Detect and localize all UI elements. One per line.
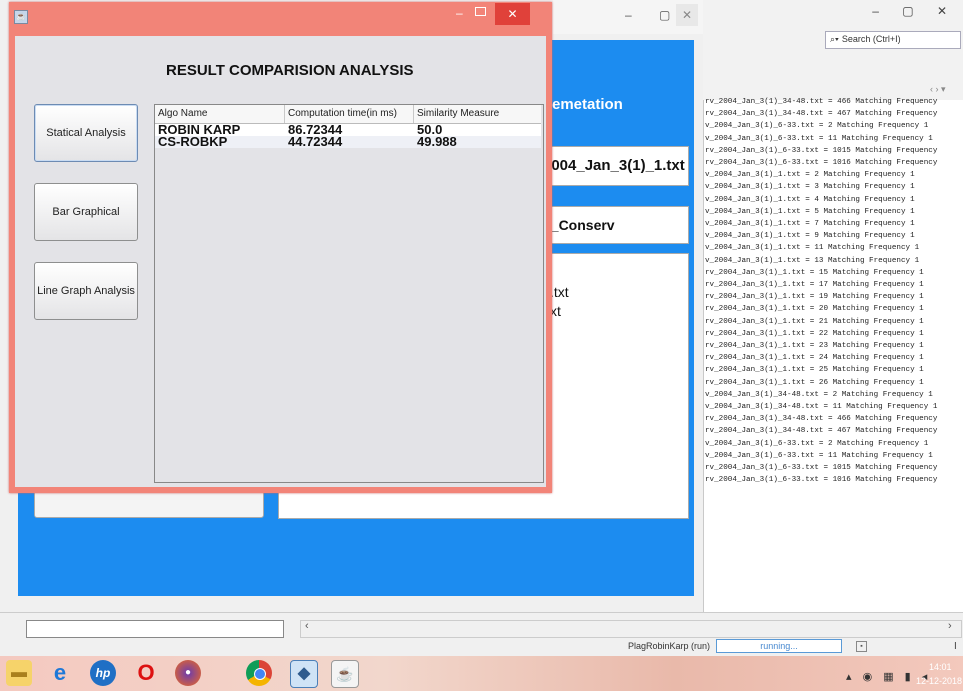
- stop-process-icon[interactable]: ▪: [856, 641, 867, 652]
- chrome-icon[interactable]: [246, 660, 272, 686]
- scroll-left-icon[interactable]: ‹: [305, 620, 309, 632]
- statical-analysis-button[interactable]: Statical Analysis: [34, 104, 138, 162]
- textarea-line: .txt: [550, 284, 569, 300]
- line-graph-analysis-button[interactable]: Line Graph Analysis: [34, 262, 138, 320]
- cell-computation-time: 44.72344: [288, 134, 343, 149]
- ide-window-controls[interactable]: – ▢ ✕: [872, 4, 957, 18]
- output-line: v_2004_Jan_3(1)_1.txt = 2 Matching Frequ…: [705, 171, 915, 180]
- output-line: v_2004_Jan_3(1)_34-48.txt = 2 Matching F…: [705, 390, 933, 399]
- output-line: rv_2004_Jan_3(1)_1.txt = 19 Matching Fre…: [705, 293, 924, 302]
- dialog-close-button[interactable]: ✕: [495, 3, 530, 25]
- output-line: v_2004_Jan_3(1)_6-33.txt = 11 Matching F…: [705, 134, 933, 143]
- output-line: v_2004_Jan_3(1)_1.txt = 11 Matching Freq…: [705, 244, 920, 253]
- output-line: v_2004_Jan_3(1)_6-33.txt = 2 Matching Fr…: [705, 439, 929, 448]
- column-header-computation-time[interactable]: Computation time(in ms): [285, 105, 414, 123]
- cell-similarity: 49.988: [417, 134, 457, 149]
- output-line: rv_2004_Jan_3(1)_34-48.txt = 467 Matchin…: [705, 427, 938, 436]
- output-line: rv_2004_Jan_3(1)_1.txt = 26 Matching Fre…: [705, 378, 924, 387]
- output-line: rv_2004_Jan_3(1)_1.txt = 17 Matching Fre…: [705, 281, 924, 290]
- table-row[interactable]: CS-ROBKP 44.72344 49.988: [155, 134, 541, 149]
- output-line: rv_2004_Jan_3(1)_1.txt = 24 Matching Fre…: [705, 354, 924, 363]
- folder-field[interactable]: e_Conserv: [542, 206, 689, 244]
- output-nav-arrows-icon[interactable]: ‹ › ▾: [930, 84, 946, 95]
- clock-time[interactable]: 14:01: [929, 662, 952, 672]
- results-table: [154, 104, 544, 483]
- dialog-maximize-button[interactable]: [475, 7, 486, 16]
- ide-search-input[interactable]: ⌕▾ Search (Ctrl+I): [825, 31, 961, 49]
- bar-graph-analysis-button[interactable]: Bar Graphical Analysis: [34, 183, 138, 274]
- clock-date[interactable]: 12-12-2018: [916, 676, 962, 686]
- run-progress-bar: running...: [716, 639, 842, 653]
- output-line: rv_2004_Jan_3(1)_34-48.txt = 466 Matchin…: [705, 415, 938, 424]
- output-line: rv_2004_Jan_3(1)_1.txt = 23 Matching Fre…: [705, 342, 924, 351]
- output-console-text: rv_2004_Jan_3(1)_34-48.txt = 466 Matchin…: [705, 96, 963, 566]
- file-explorer-icon[interactable]: ▬: [6, 660, 32, 686]
- output-line: v_2004_Jan_3(1)_34-48.txt = 11 Matching …: [705, 403, 938, 412]
- java-app-icon: ☕: [14, 10, 28, 24]
- output-line: rv_2004_Jan_3(1)_1.txt = 15 Matching Fre…: [705, 268, 924, 277]
- output-line: rv_2004_Jan_3(1)_6-33.txt = 1016 Matchin…: [705, 476, 938, 485]
- output-line: v_2004_Jan_3(1)_1.txt = 13 Matching Freq…: [705, 256, 920, 265]
- column-header-algo-name[interactable]: Algo Name: [155, 105, 285, 123]
- firefox-icon[interactable]: ●: [175, 660, 201, 686]
- output-line: v_2004_Jan_3(1)_6-33.txt = 2 Matching Fr…: [705, 122, 929, 131]
- output-line: v_2004_Jan_3(1)_1.txt = 4 Matching Frequ…: [705, 195, 915, 204]
- output-line: v_2004_Jan_3(1)_1.txt = 3 Matching Frequ…: [705, 183, 915, 192]
- opera-icon[interactable]: O: [133, 660, 159, 686]
- netbeans-icon[interactable]: ◆: [290, 660, 318, 688]
- dialog-title: RESULT COMPARISION ANALYSIS: [166, 62, 414, 79]
- horizontal-scrollbar[interactable]: [300, 620, 962, 638]
- output-line: rv_2004_Jan_3(1)_1.txt = 21 Matching Fre…: [705, 317, 924, 326]
- column-header-similarity[interactable]: Similarity Measure: [414, 105, 541, 123]
- hp-icon[interactable]: hp: [90, 660, 116, 686]
- output-line: v_2004_Jan_3(1)_1.txt = 9 Matching Frequ…: [705, 232, 915, 241]
- output-line: v_2004_Jan_3(1)_1.txt = 5 Matching Frequ…: [705, 207, 915, 216]
- run-label[interactable]: PlagRobinKarp (run): [628, 641, 710, 651]
- cell-algo-name: CS-ROBKP: [158, 134, 228, 149]
- blue-app-heading: emetation: [552, 96, 623, 113]
- output-line: v_2004_Jan_3(1)_1.txt = 7 Matching Frequ…: [705, 220, 915, 229]
- insert-mode-icon: I: [954, 641, 957, 652]
- file-path-field[interactable]: 2004_Jan_3(1)_1.txt: [542, 146, 689, 186]
- statical-analysis-label: Statical Analysis: [46, 127, 126, 139]
- internet-explorer-icon[interactable]: e: [47, 660, 73, 686]
- line-graph-analysis-label: Line Graph Analysis: [37, 285, 135, 297]
- output-line: rv_2004_Jan_3(1)_1.txt = 22 Matching Fre…: [705, 329, 924, 338]
- java-app-taskbar-icon[interactable]: ☕: [331, 660, 359, 688]
- output-line: rv_2004_Jan_3(1)_1.txt = 25 Matching Fre…: [705, 366, 924, 375]
- output-line: v_2004_Jan_3(1)_6-33.txt = 11 Matching F…: [705, 451, 933, 460]
- blue-app-close-button[interactable]: ✕: [676, 4, 698, 26]
- search-icon: ⌕▾: [830, 34, 839, 44]
- output-line: rv_2004_Jan_3(1)_6-33.txt = 1015 Matchin…: [705, 146, 938, 155]
- output-line: rv_2004_Jan_3(1)_34-48.txt = 467 Matchin…: [705, 110, 938, 119]
- blue-app-window-controls[interactable]: – ▢: [625, 8, 682, 22]
- search-placeholder: Search (Ctrl+I): [841, 34, 901, 44]
- blue-app-button[interactable]: [34, 490, 264, 518]
- bottom-input-field[interactable]: [26, 620, 284, 638]
- output-line: rv_2004_Jan_3(1)_6-33.txt = 1016 Matchin…: [705, 159, 938, 168]
- dialog-minimize-button[interactable]: –: [456, 6, 463, 20]
- output-line: rv_2004_Jan_3(1)_1.txt = 20 Matching Fre…: [705, 305, 924, 314]
- scroll-right-icon[interactable]: ›: [948, 620, 952, 632]
- output-line: rv_2004_Jan_3(1)_34-48.txt = 466 Matchin…: [705, 98, 938, 106]
- output-line: rv_2004_Jan_3(1)_6-33.txt = 1015 Matchin…: [705, 464, 938, 473]
